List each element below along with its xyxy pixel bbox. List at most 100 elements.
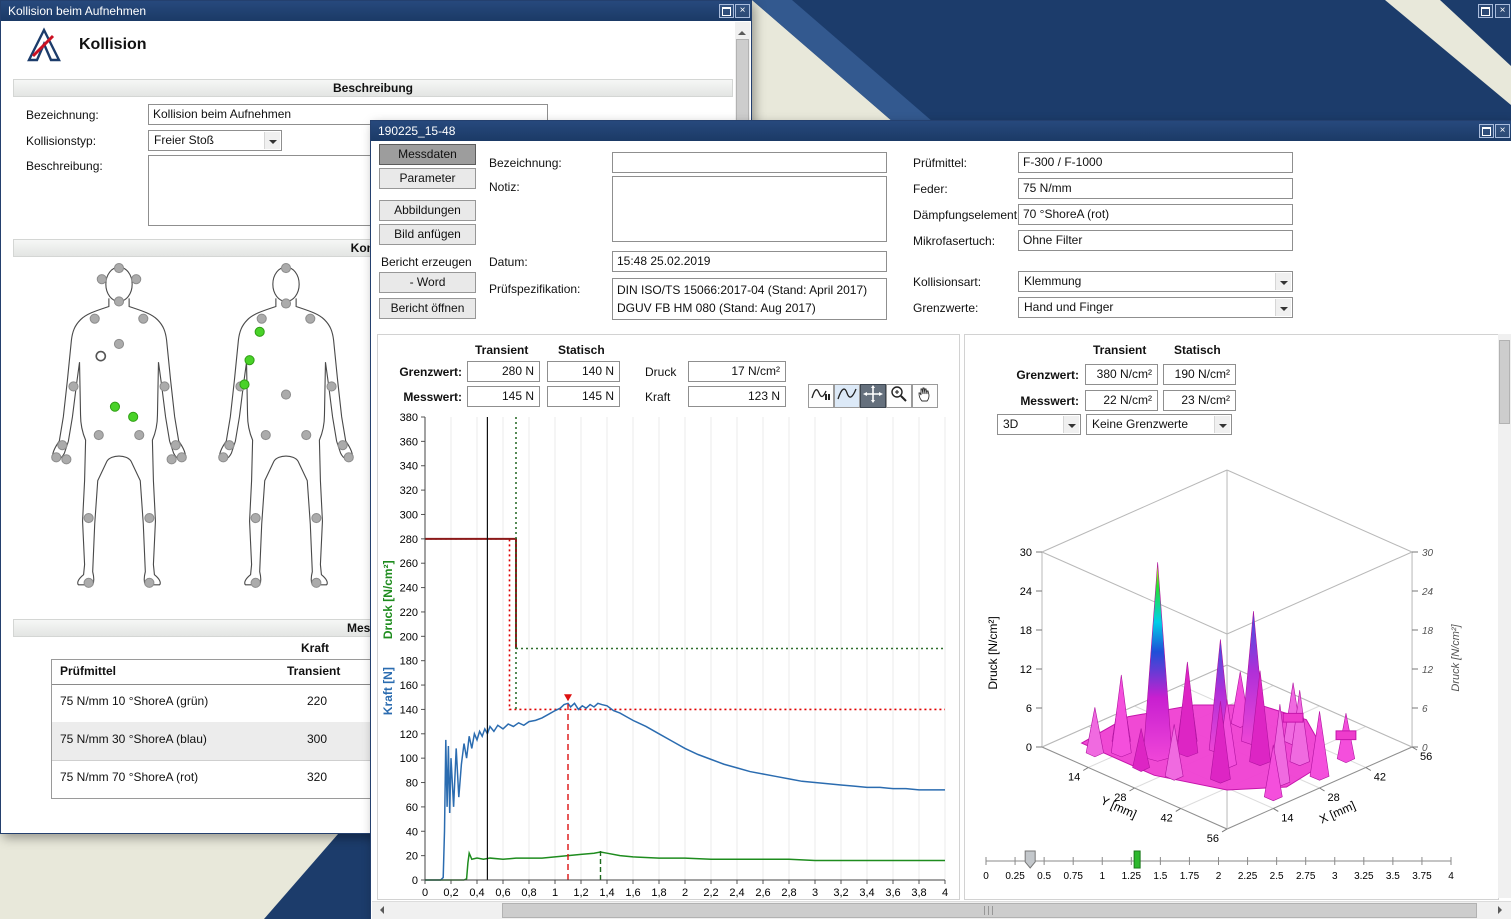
scroll-left-icon[interactable]: [376, 906, 384, 914]
grenzen-anzeige-dropdown[interactable]: Keine Grenzwerte: [1086, 414, 1232, 435]
messung-titlebar[interactable]: 190225_15-48 ×: [371, 121, 1511, 141]
zoom-button[interactable]: [886, 384, 912, 408]
messwert-statisch-box[interactable]: 23 N/cm²: [1163, 390, 1236, 411]
measurement-point[interactable]: [312, 514, 321, 523]
body-map-back[interactable]: [213, 263, 359, 597]
measurement-point[interactable]: [160, 382, 169, 391]
kollision-maximize-button[interactable]: [719, 4, 734, 18]
measurement-point[interactable]: [281, 264, 290, 273]
messung-horizontal-scrollbar[interactable]: [372, 901, 1511, 919]
kraft-value-box[interactable]: 123 N: [688, 386, 786, 407]
dropdown-arrow-icon[interactable]: [1275, 273, 1291, 290]
measurement-point[interactable]: [135, 431, 144, 440]
measurement-point[interactable]: [344, 453, 353, 462]
measurement-point[interactable]: [171, 441, 180, 450]
measurement-point[interactable]: [139, 314, 148, 323]
grenzwert-statisch-box[interactable]: 140 N: [547, 361, 620, 382]
messwert-statisch-box[interactable]: 145 N: [547, 386, 620, 407]
messwert-transient-box[interactable]: 22 N/cm²: [1085, 390, 1158, 411]
measurement-point[interactable]: [97, 275, 106, 284]
grenzwerte-dropdown[interactable]: Hand und Finger: [1018, 297, 1293, 318]
app-maximize-button[interactable]: [1478, 4, 1493, 18]
pruefmittel-input[interactable]: F-300 / F-1000: [1018, 152, 1293, 173]
dropdown-arrow-icon[interactable]: [1275, 299, 1291, 316]
mikrofasertuch-input[interactable]: Ohne Filter: [1018, 230, 1293, 251]
messung-maximize-button[interactable]: [1479, 124, 1494, 138]
table-row[interactable]: 75 N/mm 30 °ShoreA (blau) 300: [52, 722, 372, 761]
view-mode-dropdown[interactable]: 3D: [997, 414, 1081, 435]
sidebar-button-abbildungen[interactable]: Abbildungen: [379, 200, 476, 221]
messwert-transient-box[interactable]: 145 N: [467, 386, 540, 407]
measurement-point[interactable]: [69, 382, 78, 391]
measurement-point[interactable]: [90, 314, 99, 323]
measurement-point[interactable]: [306, 314, 315, 323]
dropdown-arrow-icon[interactable]: [264, 132, 280, 149]
kollision-close-button[interactable]: ×: [735, 4, 750, 18]
measurement-point[interactable]: [281, 390, 290, 399]
dropdown-arrow-icon[interactable]: [1063, 416, 1079, 433]
notiz-textarea[interactable]: [612, 176, 887, 242]
druck-value-box[interactable]: 17 N/cm²: [688, 361, 786, 382]
curve-button[interactable]: [834, 384, 860, 408]
datum-input[interactable]: 15:48 25.02.2019: [612, 251, 887, 272]
measurement-point-selected[interactable]: [96, 352, 105, 361]
measurement-point[interactable]: [251, 578, 260, 587]
measurement-point[interactable]: [145, 578, 154, 587]
measurement-point[interactable]: [219, 453, 228, 462]
grenzwert-statisch-box[interactable]: 190 N/cm²: [1163, 364, 1236, 385]
measurement-point[interactable]: [225, 441, 234, 450]
measurement-point[interactable]: [261, 431, 270, 440]
scroll-right-icon[interactable]: [1498, 906, 1506, 914]
measurement-point[interactable]: [114, 264, 123, 273]
slider-handle-green[interactable]: [1134, 851, 1140, 868]
scrollbar-thumb[interactable]: [1499, 340, 1510, 424]
measurement-point[interactable]: [84, 578, 93, 587]
kollisionstyp-dropdown[interactable]: Freier Stoß: [148, 130, 282, 151]
word-button[interactable]: - Word: [379, 272, 476, 293]
kollisionsart-dropdown[interactable]: Klemmung: [1018, 271, 1293, 292]
measurement-point[interactable]: [281, 299, 290, 308]
measurement-point[interactable]: [177, 453, 186, 462]
measurement-point[interactable]: [145, 514, 154, 523]
sidebar-button-messdaten[interactable]: Messdaten: [379, 144, 476, 165]
measurement-point[interactable]: [240, 380, 249, 389]
measurement-point[interactable]: [129, 412, 138, 421]
grenzwert-transient-box[interactable]: 380 N/cm²: [1085, 364, 1158, 385]
app-close-button[interactable]: ×: [1495, 4, 1510, 18]
measurement-point[interactable]: [251, 514, 260, 523]
hand-button[interactable]: [912, 384, 938, 408]
time-range-slider[interactable]: 00.250.50.7511.251.51.7522.252.52.7533.2…: [981, 847, 1461, 893]
table-row[interactable]: 75 N/mm 70 °ShoreA (rot) 320: [52, 760, 372, 798]
slider-handle-gray[interactable]: [1025, 851, 1035, 868]
measurement-point[interactable]: [257, 314, 266, 323]
measurement-point[interactable]: [338, 441, 347, 450]
measurement-point[interactable]: [167, 455, 176, 464]
measurement-point[interactable]: [94, 431, 103, 440]
sidebar-button-bild-anfuegen[interactable]: Bild anfügen: [379, 224, 476, 245]
grenzwert-transient-box[interactable]: 280 N: [467, 361, 540, 382]
messung-close-button[interactable]: ×: [1495, 124, 1510, 138]
measurement-point[interactable]: [327, 382, 336, 391]
measurement-point[interactable]: [132, 275, 141, 284]
measurement-point[interactable]: [114, 297, 123, 306]
measurement-point[interactable]: [312, 578, 321, 587]
measurement-point[interactable]: [255, 327, 264, 336]
measurement-point[interactable]: [302, 431, 311, 440]
pan-button[interactable]: [860, 384, 886, 408]
daempfungselement-input[interactable]: 70 °ShoreA (rot): [1018, 204, 1293, 225]
body-map-front[interactable]: [46, 263, 192, 597]
messung-vertical-scrollbar[interactable]: [1498, 334, 1511, 898]
table-row[interactable]: 75 N/mm 10 °ShoreA (grün) 220: [52, 684, 372, 723]
curve-markers-button[interactable]: [808, 384, 834, 408]
measurement-point[interactable]: [62, 455, 71, 464]
pruefspezifikation-box[interactable]: DIN ISO/TS 15066:2017-04 (Stand: April 2…: [612, 278, 887, 320]
bericht-oeffnen-button[interactable]: Bericht öffnen: [379, 298, 476, 319]
feder-input[interactable]: 75 N/mm: [1018, 178, 1293, 199]
measurement-point[interactable]: [114, 339, 123, 348]
measurement-point[interactable]: [84, 514, 93, 523]
measurement-point[interactable]: [58, 441, 67, 450]
measurement-point[interactable]: [245, 356, 254, 365]
bezeichnung-input[interactable]: [612, 152, 887, 173]
dropdown-arrow-icon[interactable]: [1214, 416, 1230, 433]
sidebar-button-parameter[interactable]: Parameter: [379, 168, 476, 189]
